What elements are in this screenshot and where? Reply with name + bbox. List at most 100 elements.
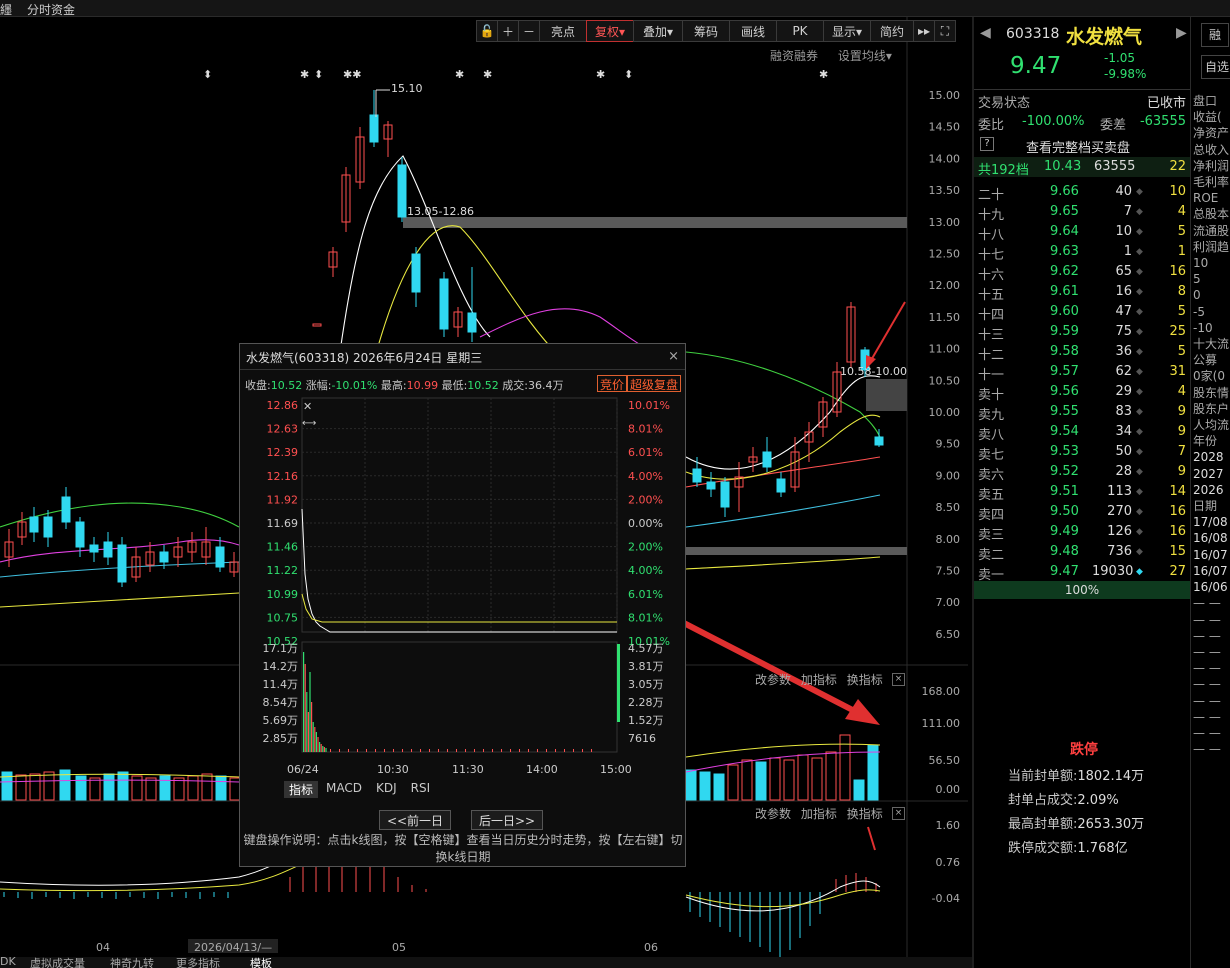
- book-row[interactable]: 十七 9.63 1 ◆ 1: [974, 242, 1190, 263]
- book-row[interactable]: 十二 9.58 36 ◆ 5: [974, 342, 1190, 363]
- book-row[interactable]: 十八 9.64 10 ◆ 5: [974, 222, 1190, 243]
- candle[interactable]: [411, 253, 421, 293]
- overlay-button[interactable]: 叠加▾: [633, 20, 683, 42]
- display-button[interactable]: 显示▾: [823, 20, 871, 42]
- chips-button[interactable]: 筹码: [682, 20, 730, 42]
- candle[interactable]: [159, 551, 169, 563]
- fullscreen-icon[interactable]: ⛶: [934, 20, 956, 42]
- svg-text:✱: ✱: [455, 68, 464, 81]
- adjust-button[interactable]: 复权▾: [586, 20, 634, 42]
- volume-axis: 168.00 111.00 56.50 0.00: [922, 685, 961, 796]
- full-book-row[interactable]: ? 查看完整档买卖盘: [974, 135, 1190, 156]
- fast-forward-icon[interactable]: ▸▸: [913, 20, 935, 42]
- prev-day-button[interactable]: <<前一日: [379, 810, 451, 830]
- candle[interactable]: [720, 481, 730, 508]
- change-params-link-2[interactable]: 改参数: [755, 807, 791, 821]
- price-tick: 6.50: [936, 628, 961, 641]
- intraday-price-tick: 11.22: [267, 564, 299, 577]
- popup-tab-indicator[interactable]: 指标: [284, 781, 319, 798]
- pk-button[interactable]: PK: [776, 20, 824, 42]
- popup-tab-kdj[interactable]: KDJ: [376, 781, 397, 798]
- book-row[interactable]: 十三 9.59 75 ◆ 25: [974, 322, 1190, 343]
- swap-indicator-link-2[interactable]: 换指标: [847, 807, 883, 821]
- prev-stock-icon[interactable]: ◀: [980, 25, 991, 41]
- book-row[interactable]: 十九 9.65 7 ◆ 4: [974, 202, 1190, 223]
- candle[interactable]: [117, 544, 127, 583]
- book-row[interactable]: 卖五 9.51 113 ◆ 14: [974, 482, 1190, 503]
- next-day-button[interactable]: 后一日>>: [471, 810, 543, 830]
- close-icon-2[interactable]: ×: [892, 807, 905, 820]
- volume-bar: [15, 774, 27, 801]
- next-stock-icon[interactable]: ▶: [1176, 25, 1187, 41]
- book-row[interactable]: 卖三 9.49 126 ◆ 16: [974, 522, 1190, 543]
- book-row[interactable]: 卖十 9.56 29 ◆ 4: [974, 382, 1190, 403]
- close-icon[interactable]: ×: [892, 673, 905, 686]
- watchlist-button[interactable]: 自选: [1201, 55, 1230, 79]
- book-row[interactable]: 卖九 9.55 83 ◆ 9: [974, 402, 1190, 423]
- draw-line-button[interactable]: 画线: [729, 20, 777, 42]
- book-row[interactable]: 十一 9.57 62 ◆ 31: [974, 362, 1190, 383]
- candle[interactable]: [467, 312, 477, 333]
- status-tab-dk[interactable]: DK: [0, 955, 16, 968]
- book-row[interactable]: 卖六 9.52 28 ◆ 9: [974, 462, 1190, 483]
- popup-tab-macd[interactable]: MACD: [326, 781, 362, 798]
- tab-partial[interactable]: 纆: [0, 1, 12, 18]
- status-tab-more[interactable]: 更多指标: [176, 955, 220, 968]
- price-tick: 9.50: [936, 438, 961, 451]
- book-row[interactable]: 十六 9.62 65 ◆ 16: [974, 262, 1190, 283]
- candle[interactable]: [874, 436, 884, 446]
- candle[interactable]: [397, 164, 407, 218]
- candle[interactable]: [706, 481, 716, 490]
- margin-tag[interactable]: 融: [1201, 23, 1229, 47]
- book-row[interactable]: 二十 9.66 40 ◆ 10: [974, 182, 1190, 203]
- candle[interactable]: [439, 278, 449, 330]
- candle[interactable]: [75, 521, 85, 548]
- intraday-chart[interactable]: ✕ ⟷ 12.86 12.63 12.39 12.16 11.92 11.69 11.46 1…: [240, 394, 687, 784]
- candle[interactable]: [369, 114, 379, 143]
- status-tab-nine[interactable]: 神奇九转: [110, 955, 154, 968]
- book-row[interactable]: 卖二 9.48 736 ◆ 15: [974, 542, 1190, 563]
- auction-button[interactable]: 竞价: [597, 375, 628, 392]
- candle[interactable]: [215, 546, 225, 568]
- book-row[interactable]: 卖八 9.54 34 ◆ 9: [974, 422, 1190, 443]
- super-review-button[interactable]: 超级复盘: [627, 375, 682, 392]
- candle[interactable]: [776, 478, 786, 493]
- candle[interactable]: [103, 541, 113, 558]
- highlight-button[interactable]: 亮点: [539, 20, 587, 42]
- book-row[interactable]: 卖四 9.50 270 ◆ 16: [974, 502, 1190, 523]
- volume-bar: [159, 775, 171, 801]
- swap-indicator-link[interactable]: 换指标: [847, 673, 883, 687]
- candle[interactable]: [61, 496, 71, 523]
- candle[interactable]: [692, 468, 702, 483]
- candle[interactable]: [29, 516, 39, 533]
- book-row[interactable]: 十五 9.61 16 ◆ 8: [974, 282, 1190, 303]
- intraday-vol-bar: [312, 722, 314, 752]
- candle[interactable]: [762, 451, 772, 468]
- change-params-link[interactable]: 改参数: [755, 673, 791, 687]
- candle[interactable]: [312, 323, 322, 327]
- simple-button[interactable]: 简约: [870, 20, 914, 42]
- book-row[interactable]: 卖一 9.47 19030 ◆ 27: [974, 562, 1190, 583]
- candle[interactable]: [89, 544, 99, 553]
- set-ma-button[interactable]: 设置均线▾: [838, 49, 892, 63]
- margin-button[interactable]: 融资融券: [770, 49, 818, 63]
- popup-tab-rsi[interactable]: RSI: [411, 781, 431, 798]
- book-row[interactable]: 十四 9.60 47 ◆ 5: [974, 302, 1190, 323]
- book-row[interactable]: 卖七 9.53 50 ◆ 7: [974, 442, 1190, 463]
- intraday-price-tick: 12.63: [267, 423, 299, 436]
- event-markers: ⬍ ✱ ⬍ ✱✱ ✱ ✱ ✱ ⬍ ✱: [203, 68, 828, 81]
- tab-fund-flow[interactable]: 分时资金: [27, 1, 75, 18]
- plus-icon[interactable]: ＋: [497, 20, 519, 42]
- chip-range-band-low: [686, 547, 907, 555]
- candle[interactable]: [43, 516, 53, 538]
- f10-item: 净资产: [1193, 126, 1230, 141]
- minus-icon[interactable]: －: [518, 20, 540, 42]
- close-icon[interactable]: ×: [668, 349, 679, 364]
- add-indicator-link-2[interactable]: 加指标: [801, 807, 837, 821]
- intraday-vol-bar: [591, 749, 592, 752]
- intraday-vol-bar: [320, 744, 322, 752]
- add-indicator-link[interactable]: 加指标: [801, 673, 837, 687]
- lock-icon[interactable]: 🔓: [476, 20, 498, 42]
- status-tab-template[interactable]: 模板: [250, 955, 272, 968]
- status-tab-virtual-vol[interactable]: 虚拟成交量: [30, 955, 85, 968]
